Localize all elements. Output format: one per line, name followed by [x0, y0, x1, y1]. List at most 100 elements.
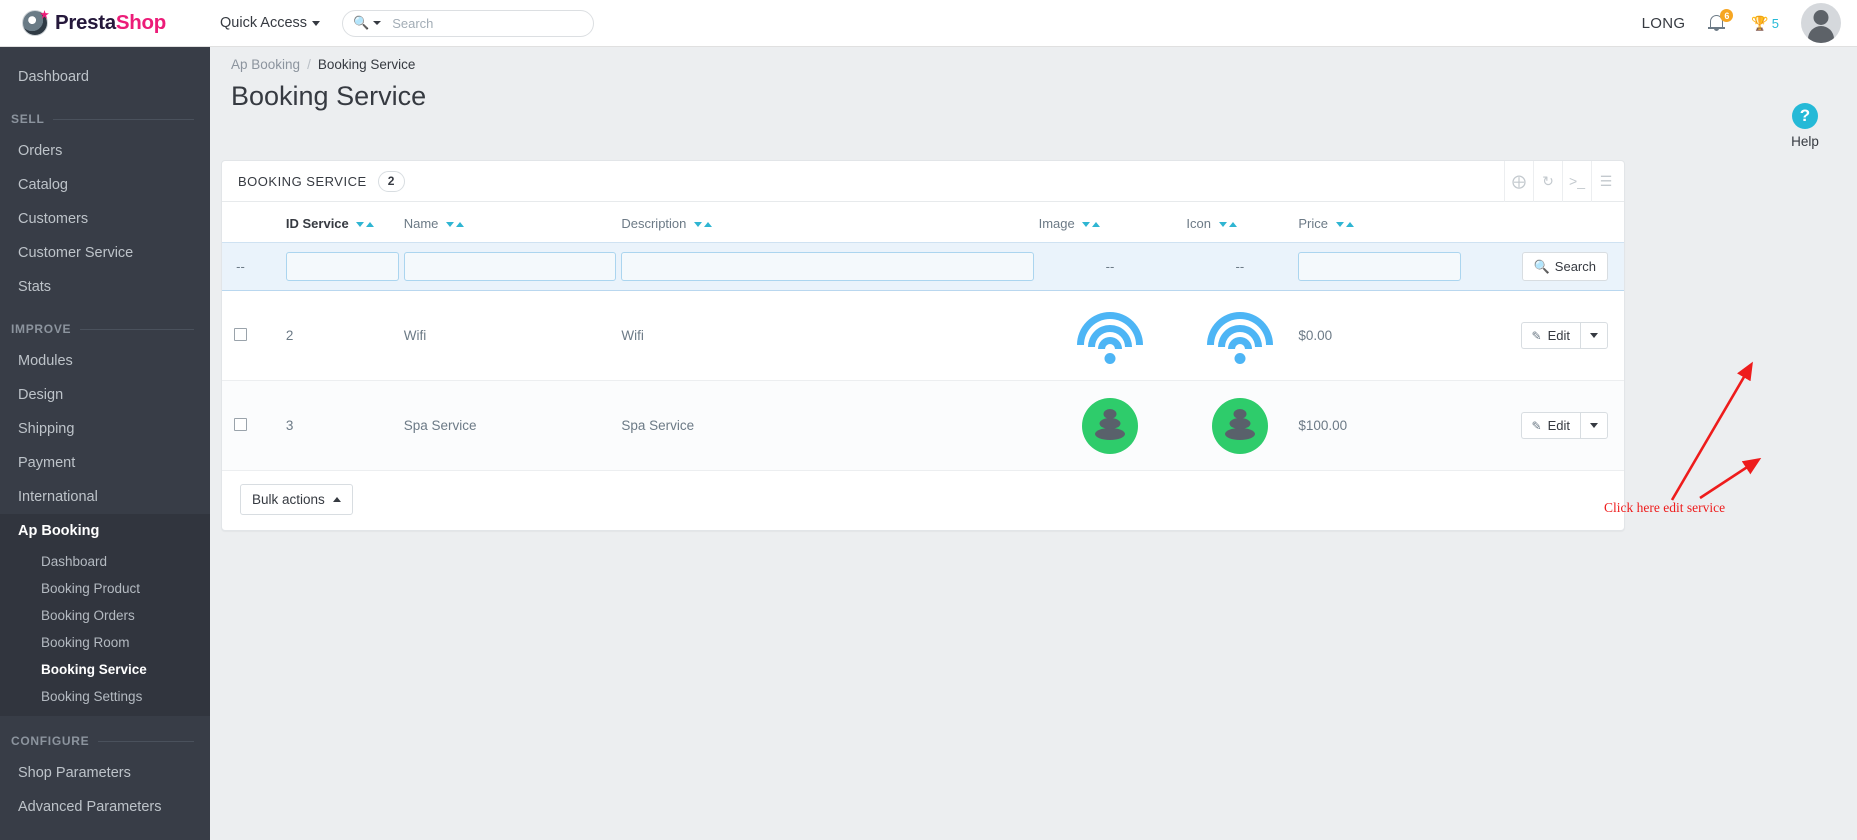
filter-name-input[interactable] [403, 252, 617, 281]
sidebar-item-label: Payment [18, 455, 76, 471]
spa-stone-bottom [1224, 427, 1255, 440]
edit-action-group: ✎ Edit [1520, 412, 1608, 439]
sidebar-item-label: Dashboard [18, 69, 89, 85]
divider [80, 328, 194, 330]
sort-asc-icon[interactable] [1345, 222, 1354, 227]
breadcrumb-separator: / [307, 57, 311, 72]
filter-search-cell: 🔍 Search [1466, 242, 1624, 291]
sidebar-item-ap-booking[interactable]: Ap Booking [0, 514, 210, 548]
column-header-icon[interactable]: Icon [1186, 202, 1298, 243]
column-label: Price [1298, 216, 1328, 231]
cell-id: 2 [285, 290, 404, 381]
sidebar-item-customer-service[interactable]: Customer Service [0, 236, 210, 270]
wifi-dot [1104, 352, 1116, 364]
export-icon[interactable]: ☰ [1591, 160, 1624, 202]
edit-dropdown-button[interactable] [1580, 322, 1608, 349]
edit-button[interactable]: ✎ Edit [1520, 412, 1580, 439]
notifications-button[interactable]: 6 [1707, 9, 1734, 35]
brand-wordmark: PrestaShop [55, 11, 166, 35]
breadcrumb: Ap Booking / Booking Service [210, 47, 1857, 72]
filter-icon-placeholder: -- [1235, 258, 1245, 274]
sort-asc-icon[interactable] [1228, 222, 1237, 227]
sidebar-item-label: Stats [18, 279, 52, 295]
sidebar-item-shipping[interactable]: Shipping [0, 412, 210, 446]
avatar[interactable] [1801, 3, 1841, 43]
global-search-box[interactable]: 🔍 [342, 9, 595, 37]
sidebar-item-payment[interactable]: Payment [0, 446, 210, 480]
filter-description-input[interactable] [621, 252, 1034, 281]
sidebar-item-design[interactable]: Design [0, 378, 210, 412]
column-header-price[interactable]: Price [1298, 202, 1466, 243]
sort-desc-icon[interactable] [446, 222, 455, 227]
sort-desc-icon[interactable] [1218, 222, 1227, 227]
sidebar-item-international[interactable]: International [0, 480, 210, 514]
cell-icon [1186, 290, 1299, 381]
filter-price-input[interactable] [1298, 252, 1462, 281]
chevron-down-icon[interactable] [373, 21, 382, 25]
add-icon[interactable]: ⨁ [1504, 160, 1533, 202]
column-header-description[interactable]: Description [621, 202, 1038, 243]
search-button-label: Search [1554, 259, 1596, 274]
refresh-icon[interactable]: ↻ [1533, 160, 1562, 202]
prestashop-logo[interactable]: PrestaShop [0, 0, 210, 47]
achievements-button[interactable]: 🏆 5 [1751, 16, 1779, 31]
filter-id-input[interactable] [285, 252, 399, 281]
sort-asc-icon[interactable] [704, 222, 713, 227]
search-button[interactable]: 🔍 Search [1521, 252, 1608, 281]
cell-name: Spa Service [403, 380, 622, 471]
row-checkbox[interactable] [233, 327, 247, 341]
sidebar-item-booking-product[interactable]: Booking Product [0, 575, 210, 602]
column-header-id-service[interactable]: ID Service [286, 202, 404, 243]
quick-access-menu[interactable]: Quick Access [220, 15, 321, 31]
sidebar-item-label: Catalog [18, 177, 68, 193]
search-input[interactable] [390, 14, 584, 32]
sidebar-item-catalog[interactable]: Catalog [0, 168, 210, 202]
sort-asc-icon[interactable] [1092, 222, 1101, 227]
sidebar-item-dashboard[interactable]: Dashboard [0, 60, 210, 94]
booking-service-table: ID Service Name Description Image Icon P… [222, 202, 1624, 471]
sidebar-item-label: Design [18, 387, 64, 403]
sort-desc-icon[interactable] [356, 222, 365, 227]
bell-clapper-icon [1714, 28, 1720, 31]
sort-controls [1335, 222, 1354, 227]
sort-desc-icon[interactable] [694, 222, 703, 227]
sidebar-item-label: Modules [18, 353, 73, 369]
edit-dropdown-button[interactable] [1580, 412, 1608, 439]
record-count-badge: 2 [377, 170, 405, 192]
bulk-actions-button[interactable]: Bulk actions [240, 484, 353, 515]
sidebar-item-booking-settings[interactable]: Booking Settings [0, 683, 210, 710]
sort-desc-icon[interactable] [1335, 222, 1344, 227]
sidebar-item-label: International [18, 489, 98, 505]
chevron-up-icon [332, 497, 341, 502]
sort-asc-icon[interactable] [366, 222, 375, 227]
sidebar-item-booking-orders[interactable]: Booking Orders [0, 602, 210, 629]
filter-image-placeholder: -- [1105, 258, 1115, 274]
terminal-icon[interactable]: >_ [1562, 160, 1591, 202]
row-select-cell [222, 290, 264, 381]
cell-icon [1186, 380, 1299, 471]
sidebar-item-label: Shop Parameters [18, 765, 131, 781]
sort-asc-icon[interactable] [456, 222, 465, 227]
sidebar-section-label: CONFIGURE [11, 734, 90, 748]
top-navigation-bar: PrestaShop Quick Access 🔍 LONG 6 🏆 5 [0, 0, 1857, 47]
column-header-image[interactable]: Image [1039, 202, 1187, 243]
help-label: Help [1791, 134, 1819, 149]
help-button[interactable]: ? Help [1775, 103, 1835, 149]
sidebar-item-booking-room[interactable]: Booking Room [0, 629, 210, 656]
sidebar-item-advanced-parameters[interactable]: Advanced Parameters [0, 790, 210, 824]
sidebar-item-stats[interactable]: Stats [0, 270, 210, 304]
row-checkbox[interactable] [233, 417, 247, 431]
spa-stone-bottom [1094, 427, 1125, 440]
sort-desc-icon[interactable] [1082, 222, 1091, 227]
sidebar-item-orders[interactable]: Orders [0, 134, 210, 168]
sidebar-item-shop-parameters[interactable]: Shop Parameters [0, 756, 210, 790]
sidebar-item-booking-service[interactable]: Booking Service [0, 656, 210, 683]
wifi-icon [1206, 308, 1274, 364]
sidebar-item-modules[interactable]: Modules [0, 344, 210, 378]
sidebar-item-booking-dashboard[interactable]: Dashboard [0, 548, 210, 575]
sidebar-item-customers[interactable]: Customers [0, 202, 210, 236]
column-header-name[interactable]: Name [404, 202, 622, 243]
breadcrumb-parent[interactable]: Ap Booking [231, 57, 300, 72]
edit-button[interactable]: ✎ Edit [1520, 322, 1580, 349]
filter-checkbox-cell: -- [222, 242, 264, 291]
